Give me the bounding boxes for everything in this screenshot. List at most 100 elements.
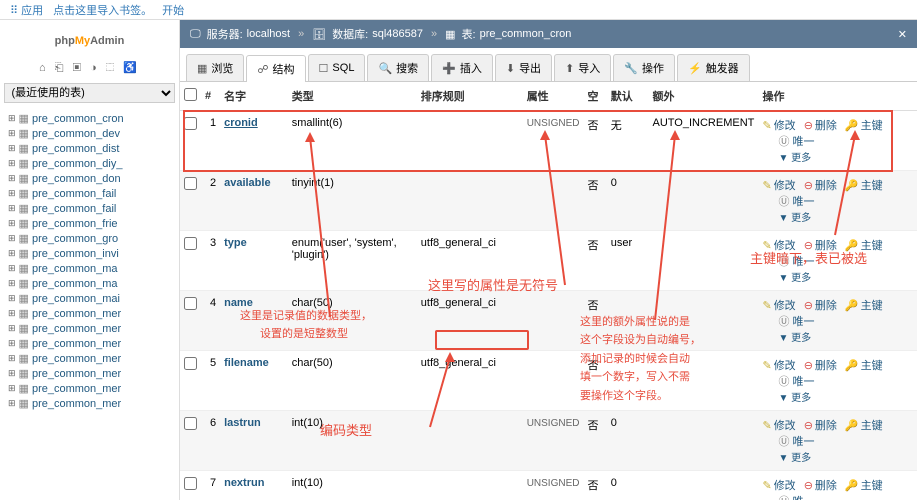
th-attr[interactable]: 属性 xyxy=(523,82,584,111)
th-name[interactable]: 名字 xyxy=(220,82,288,111)
start-link[interactable]: 开始 xyxy=(162,2,184,18)
sidebar-table-item[interactable]: ⊞▦pre_common_mer xyxy=(4,336,175,351)
apps-label[interactable]: ⠿ 应用 xyxy=(10,2,43,18)
field-name[interactable]: filename xyxy=(224,357,269,369)
table-row[interactable]: 4namechar(50)utf8_general_ci否✎修改⊖删除🔑主键Ⓤ … xyxy=(180,291,917,351)
op-primary[interactable]: 🔑主键 xyxy=(845,237,883,253)
row-checkbox[interactable] xyxy=(184,117,197,130)
sidebar-table-item[interactable]: ⊞▦pre_common_mer xyxy=(4,366,175,381)
table-row[interactable]: 5filenamechar(50)utf8_general_ci否✎修改⊖删除🔑… xyxy=(180,351,917,411)
sidebar-table-item[interactable]: ⊞▦pre_common_gro xyxy=(4,231,175,246)
op-unique[interactable]: Ⓤ 唯一 xyxy=(778,193,814,209)
tab-structure[interactable]: ☍结构 xyxy=(246,55,305,82)
op-primary[interactable]: 🔑主键 xyxy=(845,477,883,493)
sidebar-table-item[interactable]: ⊞▦pre_common_invi xyxy=(4,246,175,261)
sidebar-table-item[interactable]: ⊞▦pre_common_mer xyxy=(4,381,175,396)
op-edit[interactable]: ✎修改 xyxy=(762,177,795,193)
op-edit[interactable]: ✎修改 xyxy=(762,477,795,493)
op-more[interactable]: ▼ 更多 xyxy=(778,213,811,224)
op-delete[interactable]: ⊖删除 xyxy=(804,177,837,193)
expand-icon[interactable]: ⊞ xyxy=(8,338,16,349)
sidebar-table-item[interactable]: ⊞▦pre_common_mer xyxy=(4,396,175,411)
op-edit[interactable]: ✎修改 xyxy=(762,117,795,133)
expand-icon[interactable]: ⊞ xyxy=(8,278,16,289)
import-bookmarks-hint[interactable]: 点击这里导入书签。 xyxy=(53,2,152,18)
row-checkbox[interactable] xyxy=(184,177,197,190)
expand-icon[interactable]: ⊞ xyxy=(8,383,16,394)
op-primary[interactable]: 🔑主键 xyxy=(845,177,883,193)
table-row[interactable]: 7nextrunint(10)UNSIGNED否0✎修改⊖删除🔑主键Ⓤ 唯一▼ … xyxy=(180,471,917,500)
expand-icon[interactable]: ⊞ xyxy=(8,173,16,184)
op-primary[interactable]: 🔑主键 xyxy=(845,117,883,133)
sidebar-table-item[interactable]: ⊞▦pre_common_ma xyxy=(4,276,175,291)
sidebar-table-item[interactable]: ⊞▦pre_common_frie xyxy=(4,216,175,231)
expand-icon[interactable]: ⊞ xyxy=(8,323,16,334)
op-unique[interactable]: Ⓤ 唯一 xyxy=(778,433,814,449)
op-delete[interactable]: ⊖删除 xyxy=(804,417,837,433)
op-more[interactable]: ▼ 更多 xyxy=(778,153,811,164)
th-collation[interactable]: 排序规则 xyxy=(417,82,523,111)
tab-search[interactable]: 🔍搜索 xyxy=(367,54,429,81)
tab-operations[interactable]: 🔧操作 xyxy=(613,54,675,81)
sidebar-table-item[interactable]: ⊞▦pre_common_cron xyxy=(4,111,175,126)
expand-icon[interactable]: ⊞ xyxy=(8,233,16,244)
op-edit[interactable]: ✎修改 xyxy=(762,417,795,433)
op-delete[interactable]: ⊖删除 xyxy=(804,477,837,493)
expand-icon[interactable]: ⊞ xyxy=(8,203,16,214)
op-edit[interactable]: ✎修改 xyxy=(762,297,795,313)
op-unique[interactable]: Ⓤ 唯一 xyxy=(778,493,814,500)
field-name[interactable]: type xyxy=(224,237,247,249)
expand-icon[interactable]: ⊞ xyxy=(8,188,16,199)
op-delete[interactable]: ⊖删除 xyxy=(804,357,837,373)
th-default[interactable]: 默认 xyxy=(607,82,649,111)
field-name[interactable]: available xyxy=(224,177,270,189)
expand-icon[interactable]: ⊞ xyxy=(8,293,16,304)
expand-icon[interactable]: ⊞ xyxy=(8,308,16,319)
op-unique[interactable]: Ⓤ 唯一 xyxy=(778,313,814,329)
logo[interactable]: phpMyAdmin xyxy=(0,20,179,57)
field-name[interactable]: cronid xyxy=(224,117,258,129)
field-name[interactable]: nextrun xyxy=(224,477,264,489)
server-link[interactable]: localhost xyxy=(247,28,290,40)
tab-export[interactable]: ⬇导出 xyxy=(495,54,552,81)
table-row[interactable]: 6lastrunint(10)UNSIGNED否0✎修改⊖删除🔑主键Ⓤ 唯一▼ … xyxy=(180,411,917,471)
th-extra[interactable]: 额外 xyxy=(649,82,759,111)
sidebar-table-item[interactable]: ⊞▦pre_common_fail xyxy=(4,201,175,216)
op-delete[interactable]: ⊖删除 xyxy=(804,297,837,313)
op-unique[interactable]: Ⓤ 唯一 xyxy=(778,253,814,269)
tab-sql[interactable]: ☐SQL xyxy=(308,54,366,81)
sidebar-table-item[interactable]: ⊞▦pre_common_diy_ xyxy=(4,156,175,171)
op-delete[interactable]: ⊖删除 xyxy=(804,237,837,253)
table-link[interactable]: pre_common_cron xyxy=(480,28,572,40)
row-checkbox[interactable] xyxy=(184,357,197,370)
sidebar-table-item[interactable]: ⊞▦pre_common_mai xyxy=(4,291,175,306)
op-edit[interactable]: ✎修改 xyxy=(762,237,795,253)
row-checkbox[interactable] xyxy=(184,477,197,490)
row-checkbox[interactable] xyxy=(184,297,197,310)
expand-icon[interactable]: ⊞ xyxy=(8,128,16,139)
tab-browse[interactable]: ▦浏览 xyxy=(186,54,244,81)
row-checkbox[interactable] xyxy=(184,417,197,430)
expand-icon[interactable]: ⊞ xyxy=(8,143,16,154)
op-unique[interactable]: Ⓤ 唯一 xyxy=(778,133,814,149)
sidebar-table-item[interactable]: ⊞▦pre_common_dist xyxy=(4,141,175,156)
expand-icon[interactable]: ⊞ xyxy=(8,218,16,229)
tab-insert[interactable]: ➕插入 xyxy=(431,54,493,81)
op-edit[interactable]: ✎修改 xyxy=(762,357,795,373)
op-primary[interactable]: 🔑主键 xyxy=(845,417,883,433)
op-unique[interactable]: Ⓤ 唯一 xyxy=(778,373,814,389)
row-checkbox[interactable] xyxy=(184,237,197,250)
expand-icon[interactable]: ⊞ xyxy=(8,368,16,379)
op-primary[interactable]: 🔑主键 xyxy=(845,357,883,373)
sidebar-table-item[interactable]: ⊞▦pre_common_mer xyxy=(4,351,175,366)
expand-icon[interactable]: ⊞ xyxy=(8,113,16,124)
sidebar-table-item[interactable]: ⊞▦pre_common_fail xyxy=(4,186,175,201)
db-link[interactable]: sql486587 xyxy=(372,28,423,40)
expand-icon[interactable]: ⊞ xyxy=(8,248,16,259)
field-name[interactable]: lastrun xyxy=(224,417,261,429)
table-row[interactable]: 3typeenum('user', 'system', 'plugin')utf… xyxy=(180,231,917,291)
sidebar-table-item[interactable]: ⊞▦pre_common_mer xyxy=(4,321,175,336)
op-delete[interactable]: ⊖删除 xyxy=(804,117,837,133)
sidebar-table-item[interactable]: ⊞▦pre_common_dev xyxy=(4,126,175,141)
recent-tables-select[interactable]: (最近使用的表) xyxy=(4,83,174,103)
